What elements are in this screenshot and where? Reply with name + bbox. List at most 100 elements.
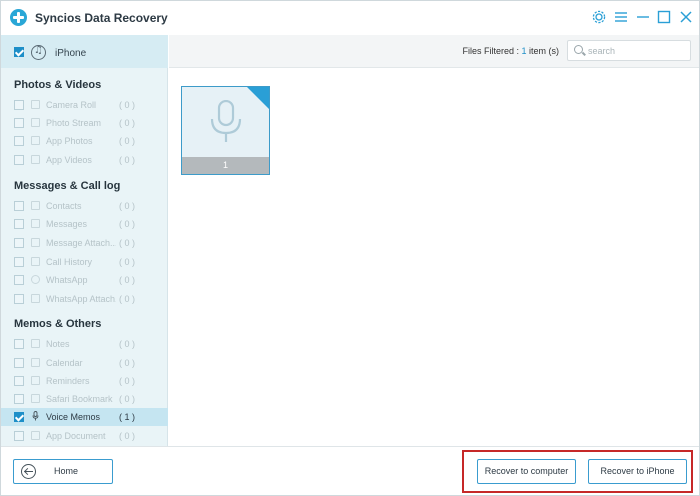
sidebar-item-count: ( 0 ) [119, 376, 136, 386]
sidebar-item-app-videos[interactable]: App Videos ( 0 ) [1, 151, 168, 169]
sidebar-item-label: Photo Stream [46, 118, 102, 128]
calendar-icon [31, 358, 40, 367]
selected-corner-check-icon [247, 87, 269, 109]
sidebar-item-label: Safari Bookmark [46, 394, 113, 404]
sidebar-item-count: ( 0 ) [119, 431, 136, 441]
sidebar-item-count: ( 0 ) [119, 257, 136, 267]
sidebar-item-message-attachments[interactable]: Message Attach... ( 0 ) [1, 234, 168, 252]
sidebar-item-notes[interactable]: Notes ( 0 ) [1, 335, 168, 353]
files-filtered-suffix: item (s) [526, 46, 559, 56]
checkbox[interactable] [14, 136, 24, 146]
sidebar-item-label: WhatsApp [46, 275, 88, 285]
search-box[interactable] [567, 40, 691, 61]
sidebar-item-count: ( 0 ) [119, 394, 136, 404]
microphone-icon [32, 411, 39, 421]
gear-icon[interactable] [591, 9, 607, 25]
bookmark-icon [31, 394, 40, 403]
section-title-memos-others: Memos & Others [14, 318, 102, 330]
search-icon [574, 45, 583, 54]
checkbox[interactable] [14, 431, 24, 441]
sidebar-item-reminders[interactable]: Reminders ( 0 ) [1, 372, 168, 390]
checkbox[interactable] [14, 275, 24, 285]
sidebar-item-count: ( 0 ) [119, 118, 136, 128]
checkbox[interactable] [14, 155, 24, 165]
app-window: Syncios Data Recovery iPhone Photos & Vi… [0, 0, 700, 496]
device-label: iPhone [55, 48, 87, 59]
checkbox-checked[interactable] [14, 412, 24, 422]
tile-caption: 1 [182, 157, 269, 174]
sidebar-item-photo-stream[interactable]: Photo Stream ( 0 ) [1, 114, 168, 132]
checkbox[interactable] [14, 394, 24, 404]
sidebar-item-count: ( 0 ) [119, 294, 136, 304]
checkbox[interactable] [14, 376, 24, 386]
sidebar-item-safari-bookmark[interactable]: Safari Bookmark ( 0 ) [1, 390, 168, 408]
sidebar-item-calendar[interactable]: Calendar ( 0 ) [1, 354, 168, 372]
content-area: 1 [169, 69, 699, 446]
phone-icon [31, 257, 40, 266]
sidebar-item-label: Message Attach... [46, 238, 116, 248]
sidebar-item-app-document[interactable]: App Document ( 0 ) [1, 427, 168, 445]
whatsapp-icon [31, 275, 40, 284]
home-button-label: Home [54, 466, 79, 476]
sidebar-item-whatsapp-attachments[interactable]: WhatsApp Attach... ( 0 ) [1, 290, 168, 308]
sidebar-item-count: ( 0 ) [119, 136, 136, 146]
sidebar-item-label: Voice Memos [46, 412, 101, 422]
recover-to-iphone-button[interactable]: Recover to iPhone [588, 459, 687, 484]
sidebar-item-label: Messages [46, 219, 88, 229]
sidebar-item-count: ( 0 ) [119, 339, 136, 349]
app-logo-icon [10, 9, 27, 26]
app-title: Syncios Data Recovery [35, 11, 168, 25]
checkbox[interactable] [14, 100, 24, 110]
checkbox[interactable] [14, 257, 24, 267]
search-input[interactable] [588, 43, 684, 58]
reminders-icon [31, 376, 40, 385]
sidebar-item-app-photos[interactable]: App Photos ( 0 ) [1, 132, 168, 150]
checkbox[interactable] [14, 238, 24, 248]
files-filtered-status: Files Filtered : 1 item (s) [462, 46, 559, 56]
sidebar-item-call-history[interactable]: Call History ( 0 ) [1, 253, 168, 271]
sidebar-item-label: Reminders [46, 376, 90, 386]
device-row[interactable]: iPhone [1, 35, 168, 68]
close-icon[interactable] [678, 9, 694, 25]
checkbox[interactable] [14, 358, 24, 368]
camera-icon [31, 100, 40, 109]
device-checkbox[interactable] [14, 47, 24, 57]
sidebar-item-contacts[interactable]: Contacts ( 0 ) [1, 197, 168, 215]
voice-memo-tile[interactable]: 1 [181, 86, 270, 175]
sidebar-item-camera-roll[interactable]: Camera Roll ( 0 ) [1, 96, 168, 114]
home-button[interactable]: Home [13, 459, 113, 484]
checkbox[interactable] [14, 219, 24, 229]
menu-icon[interactable] [613, 9, 629, 25]
sidebar-item-label: WhatsApp Attach... [46, 294, 116, 304]
sidebar-item-label: Calendar [46, 358, 83, 368]
checkbox[interactable] [14, 201, 24, 211]
video-icon [31, 155, 40, 164]
sidebar: iPhone Photos & Videos Camera Roll ( 0 )… [1, 35, 168, 446]
checkbox[interactable] [14, 118, 24, 128]
minimize-icon[interactable] [635, 9, 651, 25]
recover-to-computer-button[interactable]: Recover to computer [477, 459, 576, 484]
microphone-icon [210, 100, 242, 142]
sidebar-item-messages[interactable]: Messages ( 0 ) [1, 215, 168, 233]
bottom-bar: Home Recover to computer Recover to iPho… [1, 446, 699, 495]
photo-stream-icon [31, 118, 40, 127]
image-icon [31, 136, 40, 145]
sidebar-item-whatsapp[interactable]: WhatsApp ( 0 ) [1, 271, 168, 289]
sidebar-item-count: ( 0 ) [119, 275, 136, 285]
files-filtered-label: Files Filtered : [462, 46, 522, 56]
sidebar-item-count: ( 0 ) [119, 219, 136, 229]
sidebar-item-label: Contacts [46, 201, 82, 211]
contacts-icon [31, 201, 40, 210]
sidebar-item-label: App Videos [46, 155, 92, 165]
title-bar: Syncios Data Recovery [1, 1, 699, 35]
notes-icon [31, 339, 40, 348]
sidebar-item-count: ( 0 ) [119, 358, 136, 368]
maximize-icon[interactable] [656, 9, 672, 25]
sidebar-item-label: Camera Roll [46, 100, 97, 110]
back-arrow-icon [21, 464, 36, 479]
document-icon [31, 431, 40, 440]
sidebar-item-voice-memos[interactable]: Voice Memos ( 1 ) [1, 408, 168, 426]
checkbox[interactable] [14, 339, 24, 349]
checkbox[interactable] [14, 294, 24, 304]
content-toolbar: Files Filtered : 1 item (s) [169, 35, 699, 68]
